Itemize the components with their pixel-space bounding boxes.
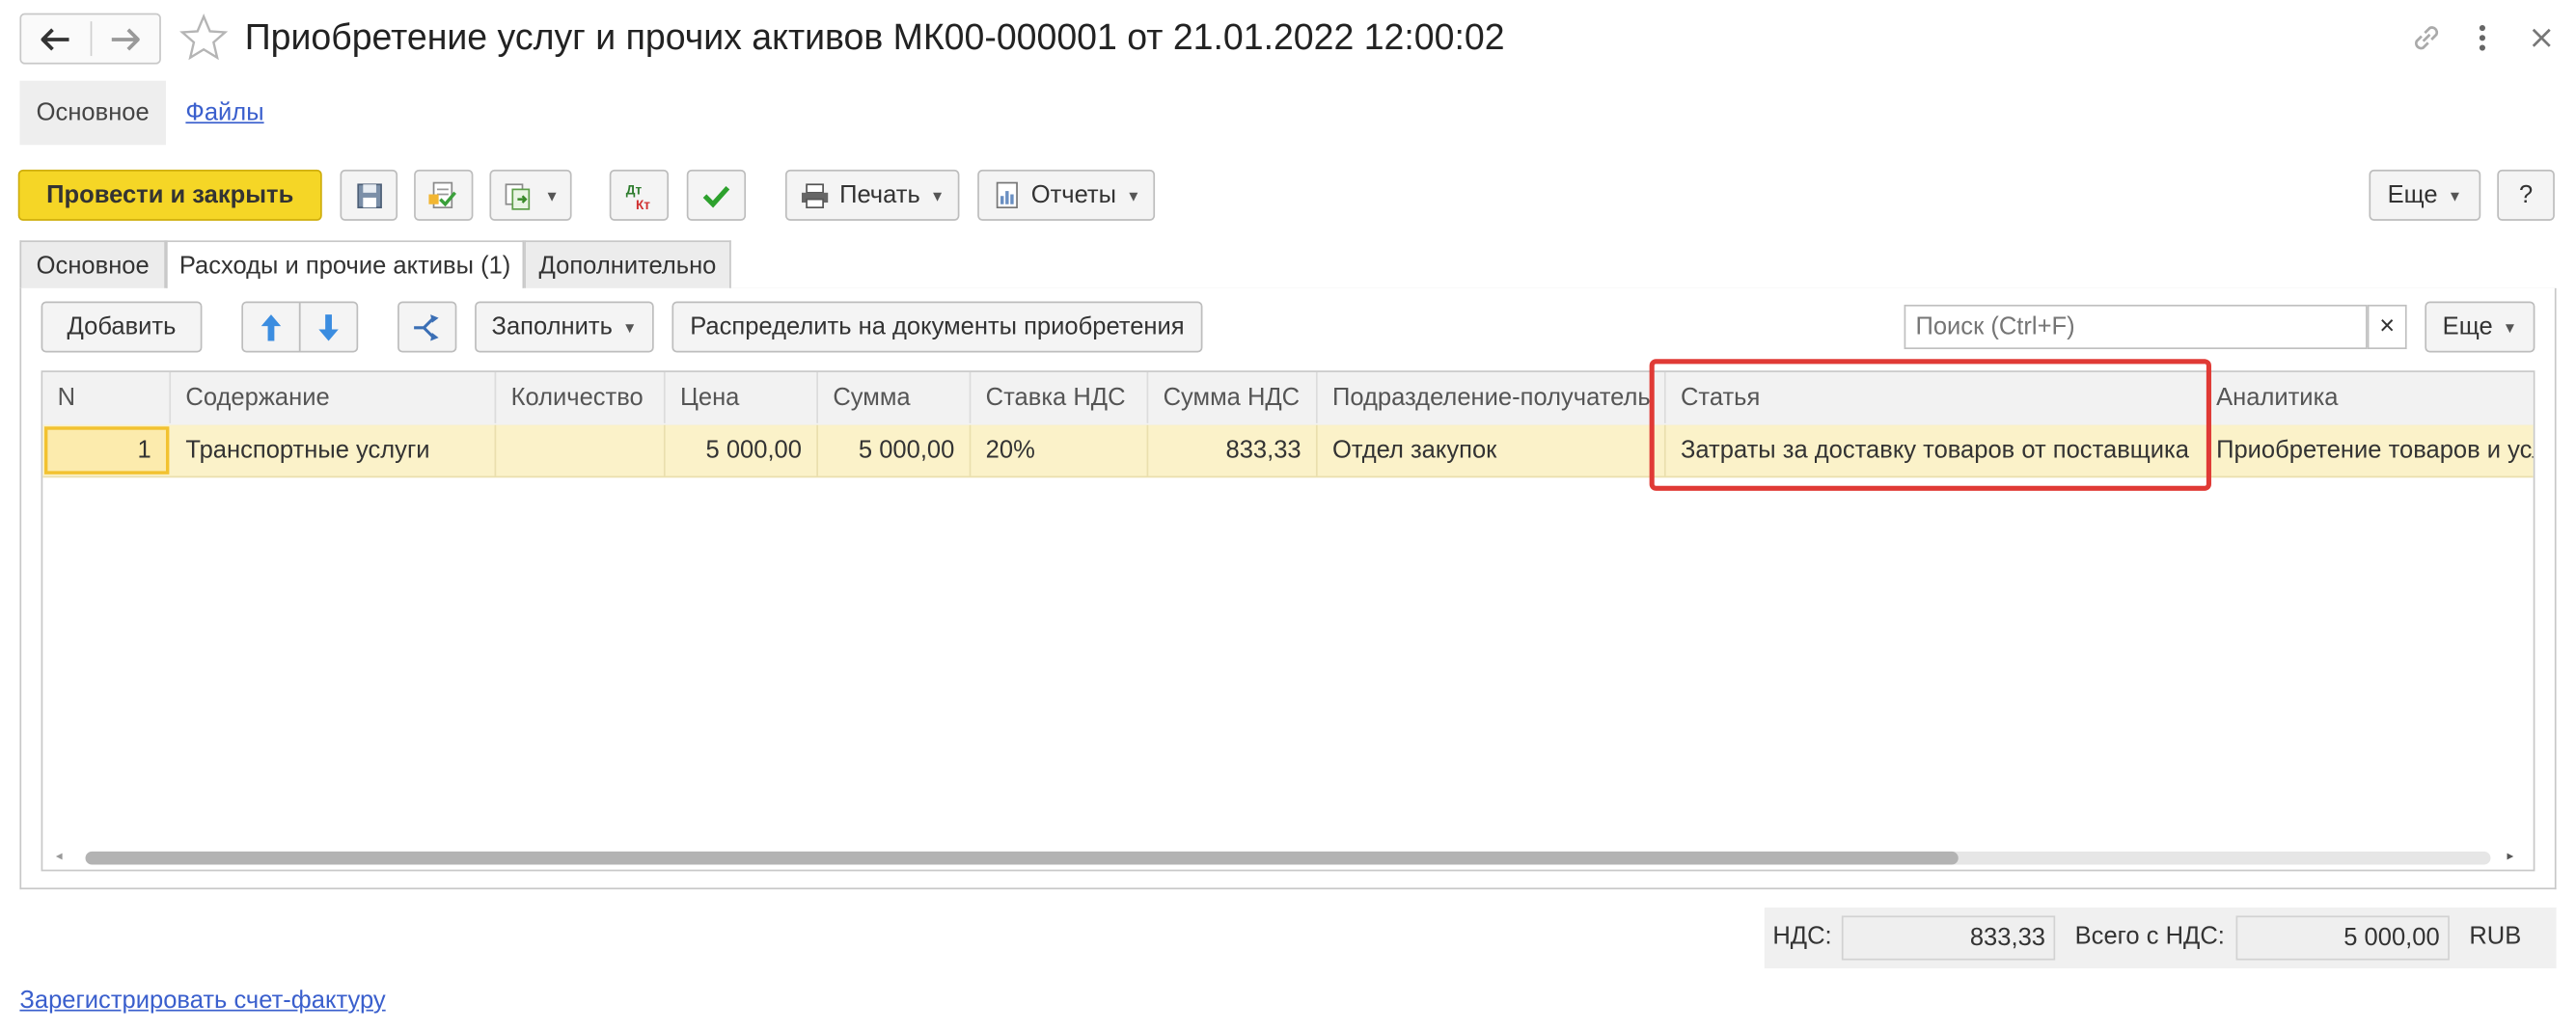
chevron-down-icon: ▼ bbox=[2502, 318, 2518, 336]
table-header: N Содержание Количество Цена Сумма Ставк… bbox=[42, 371, 2534, 427]
col-header-n[interactable]: N bbox=[42, 371, 172, 423]
tab-panel: Добавить Заполнить ▼ Распределить на док… bbox=[19, 287, 2557, 890]
post-document-icon bbox=[428, 180, 456, 208]
col-header-price[interactable]: Цена bbox=[666, 371, 818, 423]
horizontal-scrollbar-thumb[interactable] bbox=[85, 851, 1959, 865]
create-based-on-icon bbox=[504, 182, 530, 209]
tab-expenses[interactable]: Расходы и прочие активы (1) bbox=[165, 240, 525, 290]
move-down-button[interactable] bbox=[298, 301, 359, 353]
col-header-analytics[interactable]: Аналитика bbox=[2208, 372, 2534, 423]
forward-arrow-icon[interactable] bbox=[91, 14, 160, 63]
arrow-down-icon bbox=[318, 313, 339, 340]
clear-search-button[interactable]: × bbox=[2367, 304, 2407, 350]
vat-total-field: 833,33 bbox=[1841, 915, 2056, 961]
cell-content[interactable]: Транспортные услуги bbox=[171, 424, 497, 476]
tab-additional[interactable]: Дополнительно bbox=[524, 240, 731, 288]
cell-department[interactable]: Отдел закупок bbox=[1318, 424, 1666, 476]
reports-icon bbox=[996, 180, 1018, 208]
post-and-close-button[interactable]: Провести и закрыть bbox=[17, 169, 322, 221]
tab-additional-label: Дополнительно bbox=[538, 251, 717, 280]
reports-button[interactable]: Отчеты ▼ bbox=[977, 169, 1156, 221]
nav-buttons bbox=[19, 13, 161, 65]
tab-main[interactable]: Основное bbox=[19, 240, 166, 288]
nav-files-link[interactable]: Файлы bbox=[185, 97, 263, 130]
help-label: ? bbox=[2518, 180, 2534, 209]
nav-main-section[interactable]: Основное bbox=[19, 80, 166, 146]
cell-article[interactable]: Затраты за доставку товаров от поставщик… bbox=[1666, 424, 2208, 476]
scroll-right-icon[interactable]: ▸ bbox=[2507, 848, 2513, 862]
scroll-left-icon[interactable]: ◂ bbox=[56, 848, 63, 862]
distribute-label: Распределить на документы приобретения bbox=[690, 312, 1185, 341]
cell-vat-amount[interactable]: 833,33 bbox=[1148, 424, 1318, 476]
horizontal-scrollbar-track[interactable] bbox=[85, 851, 2491, 865]
col-header-vat-amount[interactable]: Сумма НДС bbox=[1148, 371, 1318, 423]
floppy-disk-icon bbox=[356, 182, 382, 208]
create-based-on-button[interactable]: ▼ bbox=[489, 169, 572, 221]
reports-label: Отчеты bbox=[1030, 180, 1117, 209]
tab-main-label: Основное bbox=[36, 251, 150, 280]
table-more-button[interactable]: Еще ▼ bbox=[2425, 301, 2535, 353]
favorite-star-icon[interactable] bbox=[179, 14, 229, 63]
cell-n[interactable]: 1 bbox=[43, 426, 170, 475]
cell-quantity[interactable] bbox=[496, 424, 666, 476]
document-window: Приобретение услуг и прочих активов МК00… bbox=[0, 0, 2576, 1031]
col-header-department[interactable]: Подразделение-получатель bbox=[1318, 371, 1666, 423]
split-row-button[interactable] bbox=[397, 301, 457, 353]
cell-price[interactable]: 5 000,00 bbox=[666, 424, 818, 476]
total-with-vat-field: 5 000,00 bbox=[2235, 915, 2450, 961]
checkmark-icon bbox=[702, 185, 730, 207]
svg-text:Кт: Кт bbox=[636, 197, 650, 211]
move-up-button[interactable] bbox=[241, 301, 301, 353]
back-arrow-icon[interactable] bbox=[21, 14, 91, 63]
col-header-quantity[interactable]: Количество bbox=[496, 371, 666, 423]
window-title: Приобретение услуг и прочих активов МК00… bbox=[244, 16, 1505, 58]
print-label: Печать bbox=[839, 180, 920, 209]
link-icon[interactable] bbox=[2408, 19, 2444, 56]
clear-icon: × bbox=[2379, 312, 2396, 340]
register-invoice-link[interactable]: Зарегистрировать счет-фактуру bbox=[19, 987, 385, 1015]
tab-expenses-label: Расходы и прочие активы (1) bbox=[178, 252, 511, 281]
distribute-button[interactable]: Распределить на документы приобретения bbox=[671, 301, 1203, 353]
help-button[interactable]: ? bbox=[2497, 169, 2555, 221]
chevron-down-icon: ▼ bbox=[544, 186, 560, 203]
items-table: N Содержание Количество Цена Сумма Ставк… bbox=[41, 370, 2535, 872]
post-document-button[interactable] bbox=[414, 169, 474, 221]
totals-panel: НДС: 833,33 Всего с НДС: 5 000,00 RUB bbox=[1764, 907, 2557, 969]
more-button[interactable]: Еще ▼ bbox=[2369, 169, 2481, 221]
chevron-down-icon: ▼ bbox=[1126, 186, 1141, 203]
cell-amount[interactable]: 5 000,00 bbox=[818, 424, 972, 476]
more-vertical-icon[interactable] bbox=[2469, 19, 2495, 56]
print-button[interactable]: Печать ▼ bbox=[784, 169, 960, 221]
chevron-down-icon: ▼ bbox=[929, 186, 945, 203]
printer-icon bbox=[801, 182, 829, 208]
add-row-label: Добавить bbox=[67, 312, 177, 341]
col-header-content[interactable]: Содержание bbox=[171, 371, 497, 423]
svg-text:Дт: Дт bbox=[626, 182, 643, 197]
vat-label: НДС: bbox=[1772, 922, 1832, 951]
arrow-up-icon bbox=[260, 313, 282, 340]
search-input[interactable] bbox=[1904, 304, 2368, 350]
save-button[interactable] bbox=[340, 169, 398, 221]
total-with-vat-label: Всего с НДС: bbox=[2074, 922, 2225, 951]
cell-analytics[interactable]: Приобретение товаров и усл bbox=[2208, 425, 2534, 476]
add-row-button[interactable]: Добавить bbox=[41, 301, 203, 353]
dt-kt-icon: ДтКт bbox=[626, 182, 651, 211]
close-icon[interactable] bbox=[2525, 21, 2558, 54]
split-icon bbox=[414, 313, 439, 340]
chevron-down-icon: ▼ bbox=[2447, 186, 2463, 203]
fill-button[interactable]: Заполнить ▼ bbox=[475, 301, 654, 353]
table-row[interactable]: 1 Транспортные услуги 5 000,00 5 000,00 … bbox=[42, 424, 2534, 478]
post-and-close-label: Провести и закрыть bbox=[46, 180, 294, 209]
cell-vat-rate[interactable]: 20% bbox=[971, 424, 1149, 476]
currency-label: RUB bbox=[2469, 922, 2522, 951]
table-more-label: Еще bbox=[2442, 312, 2493, 341]
more-label: Еще bbox=[2387, 180, 2438, 209]
col-header-amount[interactable]: Сумма bbox=[818, 371, 972, 423]
check-button[interactable] bbox=[686, 169, 747, 221]
col-header-article[interactable]: Статья bbox=[1666, 371, 2208, 423]
fill-label: Заполнить bbox=[491, 312, 613, 341]
dt-kt-postings-button[interactable]: Дт Кт bbox=[609, 169, 670, 221]
col-header-vat-rate[interactable]: Ставка НДС bbox=[971, 371, 1149, 423]
chevron-down-icon: ▼ bbox=[622, 318, 638, 336]
